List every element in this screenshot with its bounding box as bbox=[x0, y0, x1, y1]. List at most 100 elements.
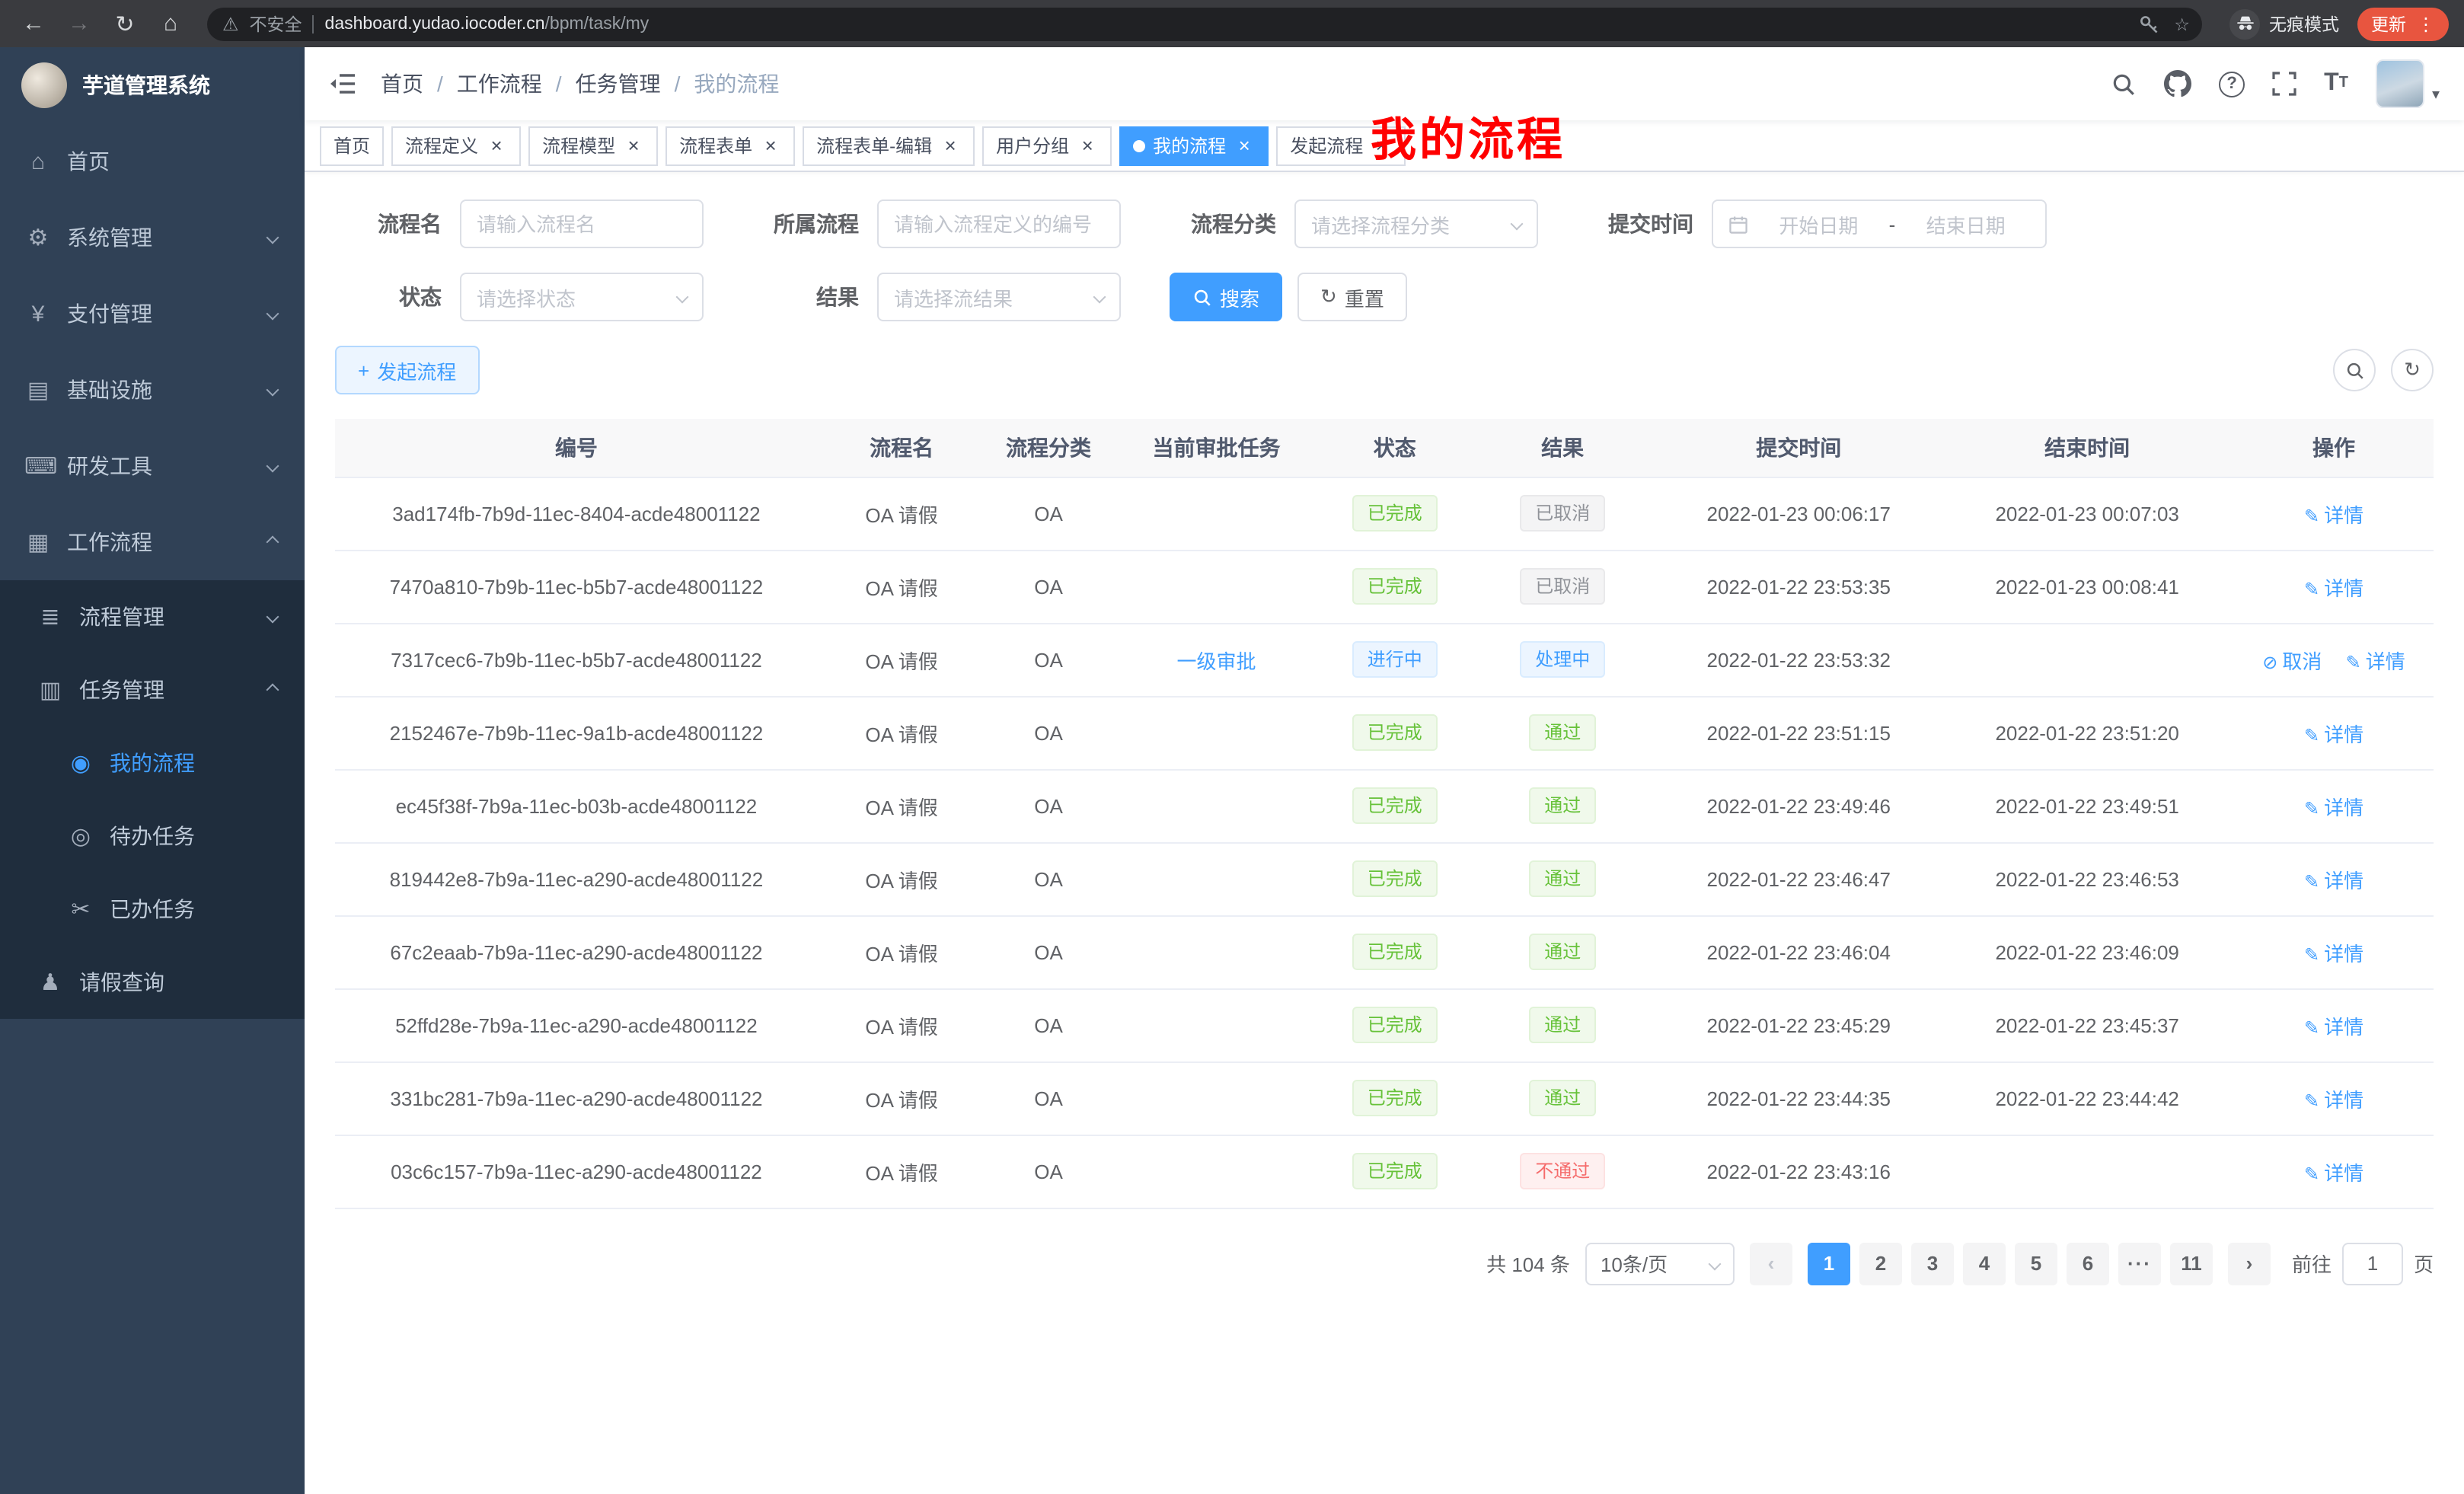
category-select[interactable]: 请选择流程分类 bbox=[1294, 200, 1538, 248]
process-definition-input[interactable] bbox=[877, 200, 1121, 248]
toggle-search-button[interactable] bbox=[2333, 349, 2376, 391]
tab[interactable]: 用户分组 × bbox=[982, 126, 1112, 165]
sidebar-menu-item[interactable]: ▥ 任务管理 bbox=[0, 653, 305, 726]
github-icon[interactable] bbox=[2164, 70, 2191, 97]
goto-page-input[interactable] bbox=[2342, 1242, 2403, 1285]
app-logo[interactable]: 芋道管理系统 bbox=[0, 47, 305, 123]
detail-link[interactable]: ✎详情 bbox=[2304, 1161, 2363, 1184]
detail-link[interactable]: ✎详情 bbox=[2304, 576, 2363, 599]
cell-category: OA bbox=[985, 1061, 1111, 1135]
browser-home-icon[interactable]: ⌂ bbox=[152, 5, 189, 42]
detail-link[interactable]: ✎详情 bbox=[2304, 1015, 2363, 1038]
prev-page-button[interactable]: ‹ bbox=[1750, 1242, 1792, 1285]
submit-time-range-picker[interactable]: 开始日期 - 结束日期 bbox=[1712, 200, 2047, 248]
bookmark-star-icon[interactable]: ☆ bbox=[2174, 13, 2190, 34]
browser-back-icon[interactable]: ← bbox=[15, 5, 52, 42]
table-row[interactable]: 7317cec6-7b9b-11ec-b5b7-acde48001122 OA … bbox=[335, 623, 2434, 696]
page-number-button[interactable]: 2 bbox=[1859, 1242, 1902, 1285]
browser-reload-icon[interactable]: ↻ bbox=[107, 5, 143, 42]
breadcrumb-link[interactable]: 首页 bbox=[381, 69, 423, 99]
page-number-button[interactable]: 4 bbox=[1963, 1242, 2006, 1285]
table-row[interactable]: 2152467e-7b9b-11ec-9a1b-acde48001122 OA … bbox=[335, 696, 2434, 769]
security-label[interactable]: 不安全 bbox=[250, 11, 302, 36]
page-size-select[interactable]: 10条/页 bbox=[1585, 1242, 1735, 1285]
search-icon[interactable] bbox=[2111, 71, 2137, 97]
table-row[interactable]: 819442e8-7b9a-11ec-a290-acde48001122 OA … bbox=[335, 842, 2434, 915]
user-menu[interactable]: ▾ bbox=[2376, 59, 2440, 108]
sidebar-menu-item[interactable]: ✂ 已办任务 bbox=[0, 873, 305, 946]
tab-close-icon[interactable]: × bbox=[623, 135, 644, 156]
breadcrumb-link[interactable]: 任务管理 bbox=[576, 69, 661, 99]
detail-link[interactable]: ✎详情 bbox=[2304, 796, 2363, 819]
next-page-button[interactable]: › bbox=[2228, 1242, 2271, 1285]
page-number-button[interactable]: 1 bbox=[1808, 1242, 1850, 1285]
tab-close-icon[interactable]: × bbox=[1371, 135, 1392, 156]
sidebar-menu-item[interactable]: ¥ 支付管理 bbox=[0, 276, 305, 352]
browser-update-button[interactable]: 更新 ⋮ bbox=[2357, 7, 2449, 40]
page-number-button[interactable]: 3 bbox=[1911, 1242, 1954, 1285]
table-row[interactable]: 52ffd28e-7b9a-11ec-a290-acde48001122 OA … bbox=[335, 988, 2434, 1061]
sidebar-menu-item[interactable]: ⚙ 系统管理 bbox=[0, 200, 305, 276]
process-name-input[interactable] bbox=[460, 200, 704, 248]
table-row[interactable]: 67c2eaab-7b9a-11ec-a290-acde48001122 OA … bbox=[335, 915, 2434, 988]
tab[interactable]: 发起流程 × bbox=[1276, 126, 1406, 165]
sidebar-menu-item[interactable]: ▤ 基础设施 bbox=[0, 352, 305, 428]
detail-link[interactable]: ✎详情 bbox=[2304, 503, 2363, 526]
avatar[interactable] bbox=[2376, 59, 2424, 108]
tab-close-icon[interactable]: × bbox=[1077, 135, 1098, 156]
font-size-icon[interactable]: TT bbox=[2324, 72, 2348, 96]
sidebar-toggle-icon[interactable] bbox=[329, 73, 356, 94]
tab-close-icon[interactable]: × bbox=[760, 135, 781, 156]
select-caret-icon bbox=[1511, 218, 1524, 231]
detail-link[interactable]: ✎详情 bbox=[2346, 650, 2405, 672]
task-link[interactable]: 一级审批 bbox=[1176, 650, 1256, 672]
page-number-button[interactable]: 11 bbox=[2170, 1242, 2213, 1285]
tab[interactable]: 我的流程 × bbox=[1119, 126, 1269, 165]
sidebar-menu-item[interactable]: ⌂ 首页 bbox=[0, 123, 305, 200]
table-row[interactable]: 3ad174fb-7b9d-11ec-8404-acde48001122 OA … bbox=[335, 477, 2434, 550]
breadcrumb-link[interactable]: 工作流程 bbox=[457, 69, 542, 99]
tab[interactable]: 流程模型 × bbox=[528, 126, 658, 165]
refresh-table-button[interactable]: ↻ bbox=[2391, 349, 2434, 391]
detail-link[interactable]: ✎详情 bbox=[2304, 1088, 2363, 1111]
tab-close-icon[interactable]: × bbox=[486, 135, 507, 156]
table-row[interactable]: ec45f38f-7b9a-11ec-b03b-acde48001122 OA … bbox=[335, 769, 2434, 842]
search-button[interactable]: 搜索 bbox=[1170, 273, 1282, 321]
sidebar-menu-item[interactable]: ◉ 我的流程 bbox=[0, 726, 305, 800]
tab-close-icon[interactable]: × bbox=[940, 135, 961, 156]
tab[interactable]: 流程表单 × bbox=[665, 126, 795, 165]
tab[interactable]: 流程表单-编辑 × bbox=[803, 126, 975, 165]
address-bar[interactable]: ⚠ 不安全 dashboard.yudao.iocoder.cn/bpm/tas… bbox=[207, 7, 2202, 40]
browser-forward-icon[interactable]: → bbox=[61, 5, 97, 42]
cell-submit-time: 2022-01-22 23:43:16 bbox=[1657, 1135, 1940, 1208]
tab[interactable]: 流程定义 × bbox=[391, 126, 521, 165]
detail-link[interactable]: ✎详情 bbox=[2304, 723, 2363, 745]
result-select[interactable]: 请选择流结果 bbox=[877, 273, 1121, 321]
reset-button[interactable]: ↻ 重置 bbox=[1297, 273, 1407, 321]
detail-link[interactable]: ✎详情 bbox=[2304, 942, 2363, 965]
sidebar-menu-item[interactable]: ♟ 请假查询 bbox=[0, 946, 305, 1019]
sidebar-menu-item[interactable]: ⌨ 研发工具 bbox=[0, 428, 305, 504]
sidebar-menu-item[interactable]: ◎ 待办任务 bbox=[0, 800, 305, 873]
table-row[interactable]: 331bc281-7b9a-11ec-a290-acde48001122 OA … bbox=[335, 1061, 2434, 1135]
status-select[interactable]: 请选择状态 bbox=[460, 273, 704, 321]
cell-category: OA bbox=[985, 477, 1111, 550]
table-row[interactable]: 7470a810-7b9b-11ec-b5b7-acde48001122 OA … bbox=[335, 550, 2434, 623]
tab[interactable]: 首页 bbox=[320, 126, 384, 165]
fullscreen-icon[interactable] bbox=[2272, 72, 2296, 96]
help-icon[interactable]: ? bbox=[2219, 71, 2245, 97]
page-number-button[interactable]: 5 bbox=[2015, 1242, 2057, 1285]
browser-menu-kebab-icon[interactable]: ⋮ bbox=[2417, 13, 2435, 34]
password-key-icon[interactable] bbox=[2137, 13, 2159, 34]
page-number-button[interactable]: ··· bbox=[2118, 1242, 2161, 1285]
cancel-link[interactable]: ⊘取消 bbox=[2262, 650, 2322, 672]
page-number-button[interactable]: 6 bbox=[2067, 1242, 2109, 1285]
tab-close-icon[interactable]: × bbox=[1234, 135, 1255, 156]
detail-icon: ✎ bbox=[2304, 943, 2319, 965]
sidebar-menu-item[interactable]: ▦ 工作流程 bbox=[0, 504, 305, 580]
detail-link[interactable]: ✎详情 bbox=[2304, 869, 2363, 892]
sidebar-menu-item[interactable]: ≣ 流程管理 bbox=[0, 580, 305, 653]
breadcrumb-link[interactable]: 我的流程 bbox=[694, 69, 779, 99]
table-row[interactable]: 03c6c157-7b9a-11ec-a290-acde48001122 OA … bbox=[335, 1135, 2434, 1208]
create-process-button[interactable]: + 发起流程 bbox=[335, 346, 479, 394]
